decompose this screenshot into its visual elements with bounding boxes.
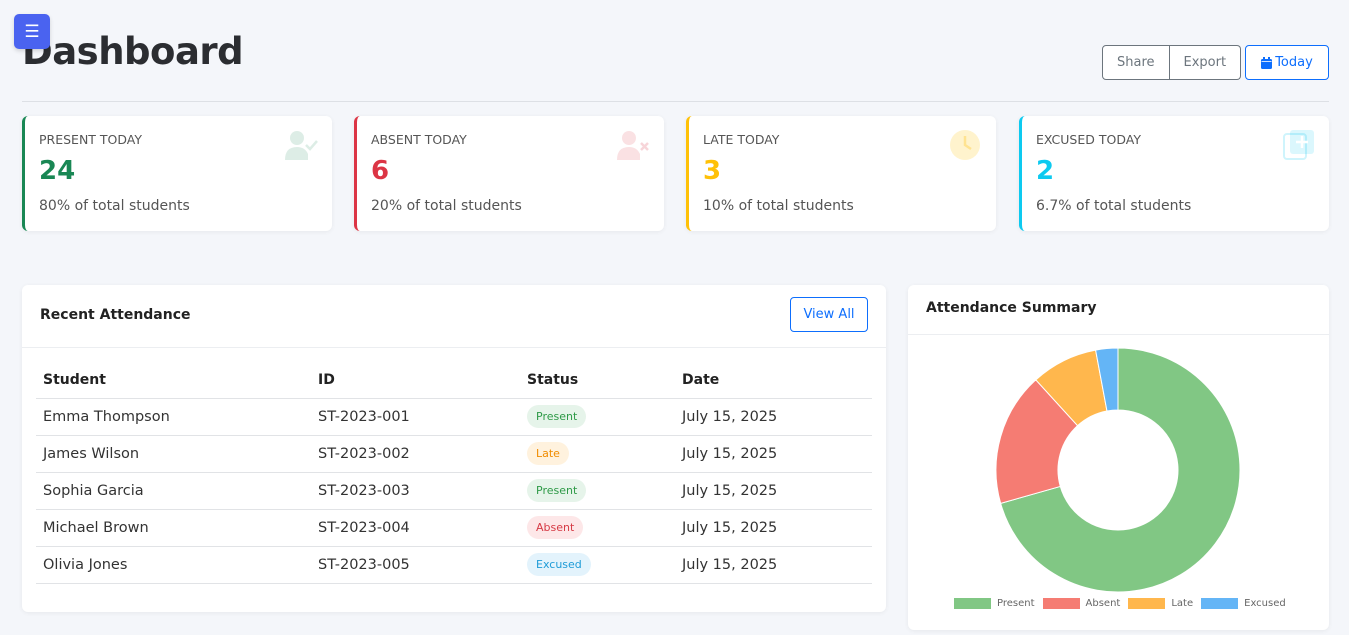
- recent-attendance-card: Recent Attendance View All Student ID St…: [22, 285, 886, 612]
- attendance-donut-chart: [995, 347, 1241, 593]
- stat-value: 3: [703, 156, 722, 186]
- export-button[interactable]: Export: [1169, 45, 1242, 80]
- student-id: ST-2023-003: [311, 472, 520, 510]
- legend-item-excused[interactable]: Excused: [1201, 598, 1286, 609]
- attendance-date: July 15, 2025: [675, 546, 872, 584]
- attendance-summary-title: Attendance Summary: [926, 300, 1097, 316]
- status-badge: Late: [527, 442, 569, 465]
- clipboard-plus-icon: [1283, 130, 1314, 160]
- header-divider: [22, 101, 1329, 102]
- table-row: Sophia Garcia ST-2023-003 Present July 1…: [36, 472, 872, 510]
- column-header-status: Status: [520, 362, 675, 399]
- legend-swatch: [1201, 598, 1239, 609]
- user-times-icon: [617, 131, 649, 160]
- stat-label: PRESENT TODAY: [39, 132, 143, 147]
- stat-label: LATE TODAY: [703, 132, 780, 147]
- legend-item-late[interactable]: Late: [1128, 598, 1193, 609]
- card-header-divider: [22, 347, 886, 348]
- recent-attendance-title: Recent Attendance: [40, 307, 191, 323]
- legend-label: Late: [1171, 598, 1194, 609]
- student-name: James Wilson: [36, 435, 311, 473]
- stat-value: 24: [39, 156, 76, 186]
- stat-value: 2: [1036, 156, 1055, 186]
- student-name: Sophia Garcia: [36, 472, 311, 510]
- stat-label: EXCUSED TODAY: [1036, 132, 1141, 147]
- stat-card-absent: ABSENT TODAY 6 20% of total students: [354, 116, 664, 231]
- student-name: Michael Brown: [36, 509, 311, 547]
- chart-legend: Present Absent Late Excused: [954, 598, 1286, 609]
- stat-subtext: 80% of total students: [39, 198, 190, 214]
- stat-card-late: LATE TODAY 3 10% of total students: [686, 116, 996, 231]
- column-header-student: Student: [36, 362, 311, 399]
- view-all-button[interactable]: View All: [790, 297, 868, 332]
- attendance-date: July 15, 2025: [675, 435, 872, 473]
- attendance-summary-card: Attendance Summary Present Absent Late Excu…: [908, 285, 1329, 630]
- card-header-divider: [908, 334, 1329, 335]
- student-id: ST-2023-005: [311, 546, 520, 584]
- stat-subtext: 10% of total students: [703, 198, 854, 214]
- attendance-date: July 15, 2025: [675, 398, 872, 436]
- stat-subtext: 6.7% of total students: [1036, 198, 1192, 214]
- status-badge: Present: [527, 479, 587, 502]
- table-row: Olivia Jones ST-2023-005 Excused July 15…: [36, 546, 872, 584]
- status-badge: Absent: [527, 516, 584, 539]
- legend-swatch: [1128, 598, 1166, 609]
- legend-swatch: [1042, 598, 1080, 609]
- attendance-table: Student ID Status Date Emma Thompson ST-…: [36, 362, 872, 584]
- table-row: James Wilson ST-2023-002 Late July 15, 2…: [36, 435, 872, 473]
- hamburger-icon: ☰: [24, 21, 40, 42]
- calendar-icon: [1261, 56, 1273, 69]
- status-badge: Excused: [527, 553, 591, 576]
- user-check-icon: [285, 131, 318, 160]
- stat-label: ABSENT TODAY: [371, 132, 467, 147]
- table-header-row: Student ID Status Date: [36, 362, 872, 399]
- legend-item-absent[interactable]: Absent: [1042, 598, 1121, 609]
- stat-subtext: 20% of total students: [371, 198, 522, 214]
- attendance-date: July 15, 2025: [675, 472, 872, 510]
- student-name: Emma Thompson: [36, 398, 311, 436]
- menu-toggle-button[interactable]: ☰: [14, 14, 50, 49]
- legend-label: Excused: [1244, 598, 1286, 609]
- student-id: ST-2023-001: [311, 398, 520, 436]
- table-row: Emma Thompson ST-2023-001 Present July 1…: [36, 398, 872, 436]
- stat-card-excused: EXCUSED TODAY 2 6.7% of total students: [1019, 116, 1329, 231]
- student-name: Olivia Jones: [36, 546, 311, 584]
- legend-label: Absent: [1085, 598, 1121, 609]
- share-button[interactable]: Share: [1102, 45, 1170, 80]
- student-id: ST-2023-004: [311, 509, 520, 547]
- today-label: Today: [1275, 55, 1313, 70]
- legend-item-present[interactable]: Present: [954, 598, 1035, 609]
- clock-icon: [950, 130, 980, 160]
- status-badge: Present: [527, 405, 587, 428]
- share-export-group: Share Export: [1102, 45, 1242, 80]
- today-button[interactable]: Today: [1245, 45, 1329, 80]
- stat-value: 6: [371, 156, 390, 186]
- column-header-date: Date: [675, 362, 872, 399]
- legend-label: Present: [997, 598, 1035, 609]
- student-id: ST-2023-002: [311, 435, 520, 473]
- stat-card-present: PRESENT TODAY 24 80% of total students: [22, 116, 332, 231]
- attendance-date: July 15, 2025: [675, 509, 872, 547]
- legend-swatch: [954, 598, 991, 609]
- table-row: Michael Brown ST-2023-004 Absent July 15…: [36, 509, 872, 547]
- page-title: Dashboard: [22, 30, 244, 73]
- column-header-id: ID: [311, 362, 520, 399]
